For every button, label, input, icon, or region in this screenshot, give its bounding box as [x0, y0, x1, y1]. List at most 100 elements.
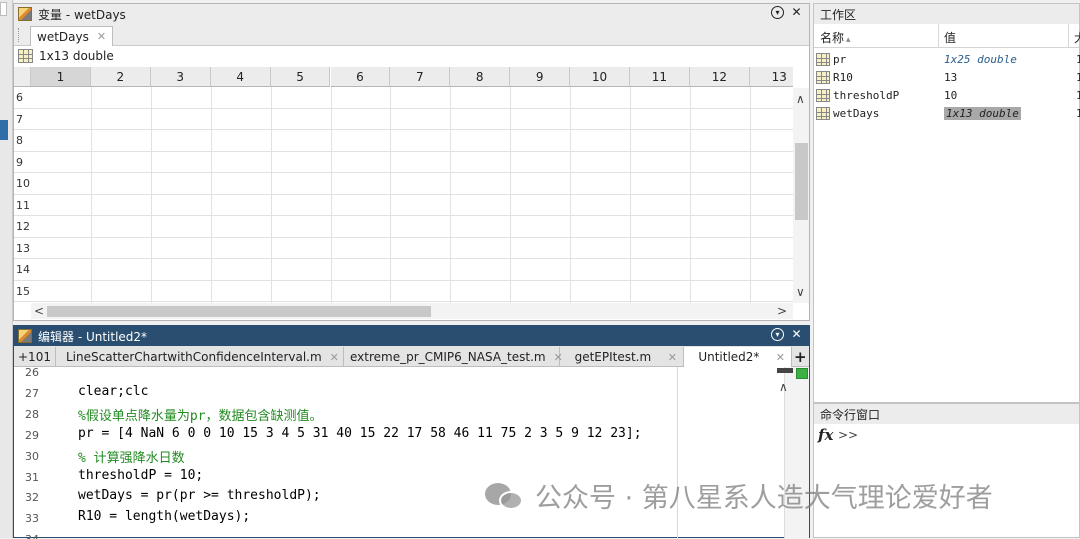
column-header[interactable]: 10: [570, 67, 630, 87]
grid-row[interactable]: [31, 130, 793, 152]
strip-marker: [0, 120, 8, 140]
editor-titlebar: 编辑器 - Untitled2* ▾ ✕: [14, 326, 809, 346]
code-line[interactable]: R10 = length(wetDays);: [78, 509, 250, 524]
workspace-col-third[interactable]: 大: [1074, 29, 1080, 46]
scroll-right-icon[interactable]: >: [777, 304, 787, 318]
fx-icon[interactable]: fx: [818, 426, 833, 444]
row-header[interactable]: 13: [14, 238, 31, 259]
column-header[interactable]: 9: [510, 67, 571, 87]
command-prompt[interactable]: >>: [838, 428, 858, 442]
editor-close-icon[interactable]: ✕: [790, 328, 803, 341]
workspace-var-value: 13: [944, 70, 958, 84]
strip-tab[interactable]: [0, 2, 7, 16]
column-header[interactable]: 12: [689, 67, 750, 87]
row-header[interactable]: 8: [14, 130, 31, 152]
close-icon[interactable]: ✕: [790, 6, 803, 19]
grid-row[interactable]: [31, 87, 793, 109]
line-number: 28: [25, 407, 39, 421]
code-analyzer-status-icon[interactable]: [796, 368, 808, 379]
row-header[interactable]: 9: [14, 152, 31, 173]
column-header[interactable]: 11: [630, 67, 690, 87]
hscroll-thumb[interactable]: [47, 306, 431, 317]
grid-row[interactable]: [31, 152, 793, 173]
variable-editor-icon: [18, 7, 32, 21]
workspace-var-name: pr: [833, 52, 847, 66]
row-header[interactable]: 14: [14, 259, 31, 281]
watermark: 公众号 · 第八星系人造大气理论爱好者: [485, 476, 993, 515]
grid-row[interactable]: [31, 216, 793, 238]
variable-matrix-icon: [816, 70, 830, 84]
column-header[interactable]: 13: [749, 67, 793, 87]
command-window-panel: 命令行窗口 fx >>: [813, 403, 1080, 538]
grid-row[interactable]: [31, 259, 793, 281]
command-window-title: 命令行窗口: [820, 407, 881, 422]
workspace-row[interactable]: thresholdP 10 1: [816, 86, 1080, 104]
grid-row[interactable]: [31, 173, 793, 195]
add-tab-button[interactable]: +: [790, 347, 811, 367]
column-header[interactable]: 2: [90, 67, 151, 87]
variable-size-label: 1x13 double: [39, 49, 114, 63]
column-header[interactable]: 4: [210, 67, 271, 87]
row-header[interactable]: 15: [14, 281, 31, 302]
variable-matrix-icon: [816, 107, 830, 121]
code-line[interactable]: % 计算强降水日数: [78, 447, 185, 466]
column-header[interactable]: 6: [330, 67, 391, 87]
column-header[interactable]: 3: [150, 67, 211, 87]
editor-menu-icon[interactable]: ▾: [771, 328, 784, 341]
editor-tab[interactable]: LineScatterChartwithConfidenceInterval.m…: [60, 347, 344, 367]
scroll-left-icon[interactable]: <: [34, 304, 44, 318]
row-header[interactable]: 6: [14, 87, 31, 109]
column-header[interactable]: 5: [270, 67, 331, 87]
workspace-var-value: 1x25 double: [944, 52, 1017, 66]
grid-row[interactable]: [31, 238, 793, 259]
workspace-row[interactable]: wetDays 1x13 double 1: [816, 105, 1080, 123]
scroll-up-icon[interactable]: ∧: [796, 92, 805, 106]
row-header[interactable]: 10: [14, 173, 31, 195]
vertical-scrollbar[interactable]: ∧ ∨: [793, 88, 809, 303]
row-header[interactable]: 11: [14, 195, 31, 216]
code-line[interactable]: pr = [4 NaN 6 0 0 10 15 3 4 5 31 40 15 2…: [78, 426, 642, 441]
workspace-col-name[interactable]: 名称 ▴: [820, 29, 851, 46]
scroll-thumb[interactable]: [795, 143, 808, 220]
panel-menu-icon[interactable]: ▾: [771, 6, 784, 19]
grid-row[interactable]: [31, 109, 793, 130]
grid-row[interactable]: [31, 281, 793, 302]
code-line[interactable]: clear;clc: [78, 384, 148, 399]
editor-tab-label: LineScatterChartwithConfidenceInterval.m: [66, 350, 322, 364]
editor-tab-close-icon[interactable]: ✕: [776, 351, 785, 364]
editor-tab[interactable]: Untitled2* ✕: [684, 347, 792, 367]
workspace-var-name: thresholdP: [833, 88, 900, 102]
editor-tab[interactable]: getEPItest.m ✕: [560, 347, 684, 367]
editor-scroll-up-icon[interactable]: ∧: [779, 380, 788, 394]
workspace-row[interactable]: pr 1x25 double 1: [816, 50, 1080, 68]
workspace-var-size: 1: [1076, 88, 1080, 102]
editor-tab[interactable]: extreme_pr_CMIP6_NASA_test.m ✕: [344, 347, 563, 367]
editor-tab-label: Untitled2*: [698, 350, 760, 364]
variable-size-row: 1x13 double: [14, 46, 114, 66]
code-line[interactable]: %假设单点降水量为pr，数据包含缺测值。: [78, 405, 322, 424]
column-header[interactable]: 1: [31, 67, 91, 87]
editor-tab-close-icon[interactable]: ✕: [668, 351, 677, 364]
workspace-col-value[interactable]: 值: [944, 29, 956, 46]
scroll-down-icon[interactable]: ∨: [796, 285, 805, 299]
tab-overflow-button[interactable]: +101: [14, 347, 56, 367]
matrix-icon: [18, 49, 33, 63]
tab-wetdays[interactable]: wetDays ✕: [30, 26, 114, 46]
editor-tab-close-icon[interactable]: ✕: [330, 351, 339, 364]
add-tab-icon: +: [794, 348, 807, 366]
workspace-row[interactable]: R10 13 1: [816, 68, 1080, 86]
header-divider-2: [1068, 24, 1069, 48]
workspace-var-size: 1: [1076, 107, 1080, 121]
horizontal-scrollbar[interactable]: < >: [31, 303, 793, 319]
left-side-strip: [0, 0, 13, 538]
row-header[interactable]: 7: [14, 109, 31, 130]
code-line[interactable]: wetDays = pr(pr >= thresholdP);: [78, 488, 321, 503]
tab-close-icon[interactable]: ✕: [97, 30, 106, 43]
tab-label: wetDays: [37, 29, 89, 44]
row-header[interactable]: 12: [14, 216, 31, 238]
code-line[interactable]: thresholdP = 10;: [78, 468, 203, 483]
grid-row[interactable]: [31, 195, 793, 216]
column-header[interactable]: 7: [390, 67, 451, 87]
column-header[interactable]: 8: [450, 67, 511, 87]
variable-grid[interactable]: 1 2 3 4 5 6 7 8 9 10 11 12 13 6 7 8 9 10 11 12 13 14 15: [14, 67, 793, 303]
